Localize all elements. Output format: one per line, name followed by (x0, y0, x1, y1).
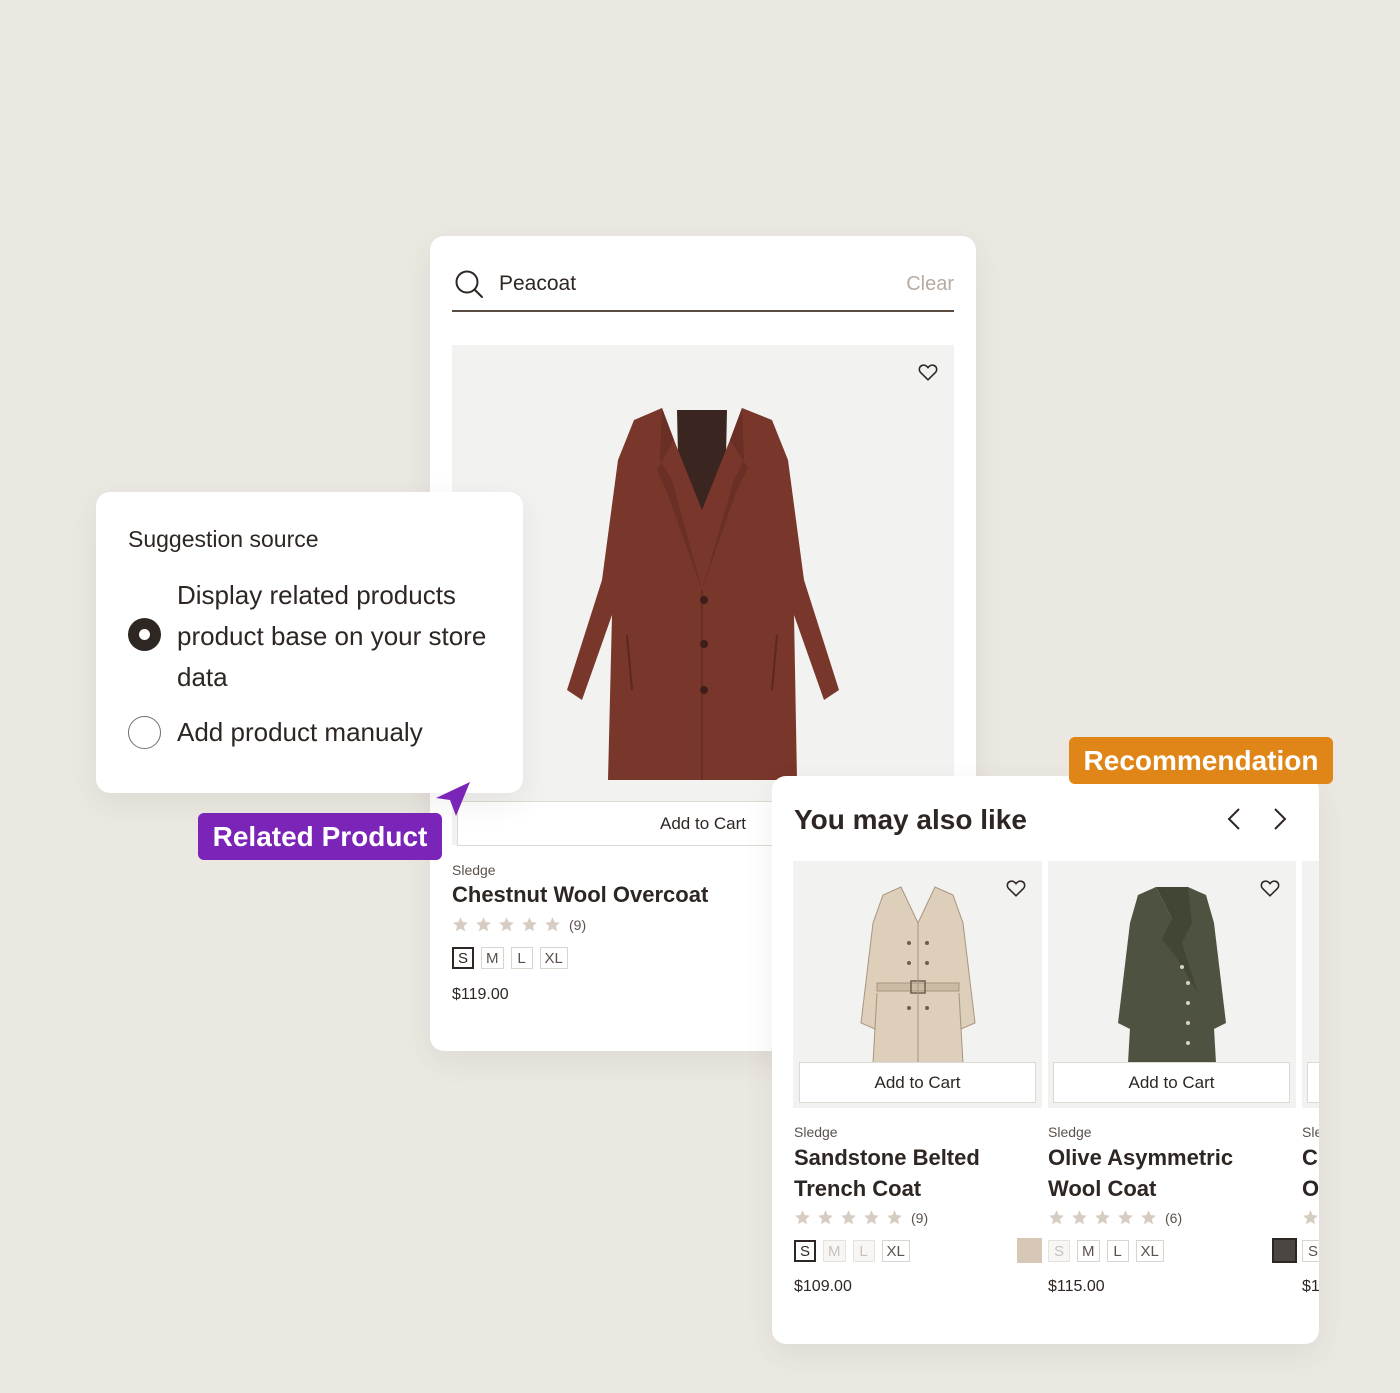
star-icon (499, 917, 514, 932)
option-store-data-label[interactable]: Display related products product base on… (177, 575, 507, 698)
carousel-heading: You may also like (794, 804, 1027, 835)
radio-manual[interactable] (128, 716, 161, 749)
product-brand: Sle (1302, 1124, 1319, 1140)
product-title-line-2[interactable]: Wool Coat (1048, 1173, 1156, 1204)
product-price: $119.00 (452, 986, 509, 1003)
star-icon (887, 1210, 902, 1225)
size-option[interactable]: M (823, 1240, 846, 1262)
size-options: S (1302, 1240, 1319, 1262)
rating-count: (6) (1165, 1209, 1183, 1226)
size-options: S M L XL (452, 947, 568, 969)
suggestion-source-panel: Suggestion source Display related produc… (96, 492, 523, 793)
star-icon (1049, 1210, 1064, 1225)
search-bar[interactable]: Peacoat Clear (452, 258, 954, 312)
size-option[interactable]: XL (539, 947, 568, 969)
star-icon (864, 1210, 879, 1225)
size-option[interactable]: M (481, 947, 504, 969)
star-icon (522, 917, 537, 932)
rating-stars (1302, 1209, 1319, 1226)
panel-title: Suggestion source (128, 526, 319, 552)
size-option[interactable]: S (794, 1240, 817, 1262)
heart-icon[interactable] (1259, 877, 1281, 899)
size-options: S M L XL (794, 1240, 910, 1262)
rating-stars: (9) (794, 1209, 928, 1226)
product-title-line-1[interactable]: Sandstone Belted (794, 1142, 980, 1173)
rating-count: (9) (911, 1209, 929, 1226)
size-option[interactable]: XL (881, 1240, 910, 1262)
product-price: $109.00 (794, 1278, 852, 1295)
star-icon (1303, 1210, 1318, 1225)
related-product-label: Related Product (198, 813, 442, 860)
product-image[interactable] (452, 345, 954, 845)
search-icon (455, 270, 483, 298)
size-option[interactable]: M (1077, 1240, 1100, 1262)
product-title-line-2[interactable]: O (1302, 1173, 1319, 1204)
size-option[interactable]: L (1106, 1240, 1129, 1262)
star-icon (795, 1210, 810, 1225)
star-icon (545, 917, 560, 932)
size-option[interactable]: S (1048, 1240, 1070, 1262)
product-title-line-2[interactable]: Trench Coat (794, 1173, 921, 1204)
heart-icon[interactable] (1005, 877, 1027, 899)
product-title[interactable]: Chestnut Wool Overcoat (452, 879, 708, 910)
chevron-left-icon[interactable] (1222, 806, 1248, 832)
star-icon (1141, 1210, 1156, 1225)
size-option[interactable]: S (452, 947, 475, 969)
add-to-cart-button[interactable] (1307, 1062, 1319, 1103)
heart-icon[interactable] (917, 361, 939, 383)
star-icon (1095, 1210, 1110, 1225)
product-brand: Sledge (452, 862, 496, 878)
star-icon (1118, 1210, 1133, 1225)
recommendation-carousel: You may also like Add to Cart Sledge San… (772, 776, 1319, 1344)
rating-count: (9) (569, 916, 587, 933)
product-price: $1 (1302, 1278, 1319, 1295)
trench-coat-illustration (860, 886, 976, 1063)
radio-store-data[interactable] (128, 618, 161, 651)
rating-stars: (6) (1048, 1209, 1182, 1226)
overcoat-illustration (567, 408, 839, 780)
size-option[interactable]: XL (1135, 1240, 1164, 1262)
product-brand: Sledge (794, 1124, 838, 1140)
star-icon (453, 917, 468, 932)
product-title-line-1[interactable]: Olive Asymmetric (1048, 1142, 1233, 1173)
star-icon (1072, 1210, 1087, 1225)
recommendation-label: Recommendation (1069, 737, 1333, 784)
size-option[interactable]: L (510, 947, 533, 969)
chevron-right-icon[interactable] (1266, 806, 1292, 832)
color-swatch[interactable] (1017, 1238, 1042, 1263)
option-manual-label[interactable]: Add product manualy (177, 712, 423, 753)
product-brand: Sledge (1048, 1124, 1092, 1140)
size-option[interactable]: S (1302, 1240, 1319, 1262)
size-options: S M L XL (1048, 1240, 1164, 1262)
rating-stars: (9) (452, 916, 586, 933)
star-icon (476, 917, 491, 932)
size-option[interactable]: L (852, 1240, 875, 1262)
clear-search-button[interactable]: Clear (906, 273, 954, 296)
star-icon (818, 1210, 833, 1225)
add-to-cart-button[interactable]: Add to Cart (799, 1062, 1036, 1103)
add-to-cart-button[interactable]: Add to Cart (1053, 1062, 1290, 1103)
search-input[interactable]: Peacoat (499, 272, 906, 296)
star-icon (841, 1210, 856, 1225)
color-swatch[interactable] (1272, 1238, 1297, 1263)
product-title-line-1[interactable]: C (1302, 1142, 1318, 1173)
olive-coat-illustration (1118, 887, 1226, 1063)
product-price: $115.00 (1048, 1278, 1105, 1295)
